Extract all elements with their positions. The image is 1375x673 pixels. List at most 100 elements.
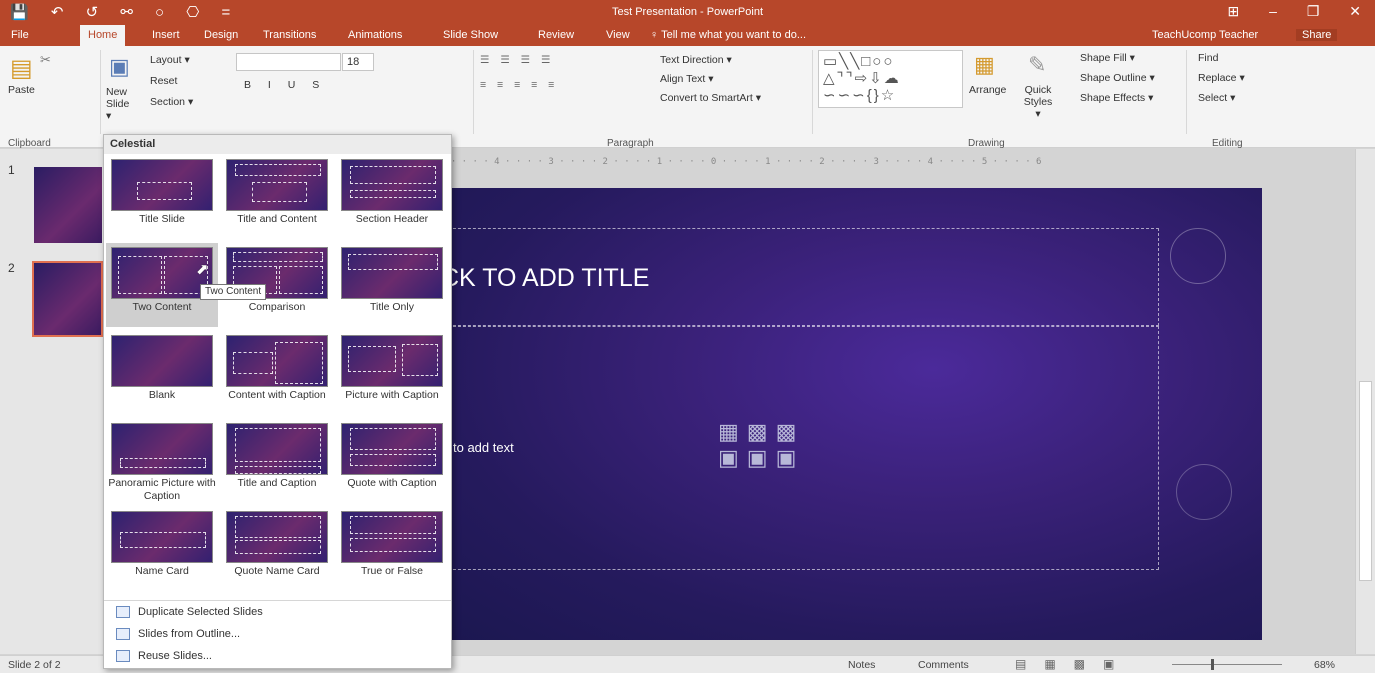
comments-button[interactable]: Comments (918, 659, 969, 671)
scroll-thumb[interactable] (1359, 381, 1372, 581)
menu-item-label: Slides from Outline... (138, 628, 241, 640)
placeholder-outline (120, 532, 206, 548)
layout-preview (341, 335, 443, 387)
slide-thumbnail-1[interactable] (34, 167, 102, 243)
section-button[interactable]: Section ▾ (150, 96, 193, 108)
layout-preview (111, 335, 213, 387)
title-placeholder-text: CK TO ADD TITLE (441, 264, 650, 292)
layout-option-title-only[interactable]: Title Only (336, 243, 448, 327)
tab-view[interactable]: View (606, 29, 630, 41)
menu-item-label: Duplicate Selected Slides (138, 606, 263, 618)
shape-effects-button[interactable]: Shape Effects ▾ (1080, 92, 1153, 104)
reuse-slides-item[interactable]: Reuse Slides... (116, 650, 212, 663)
ribbon-divider (812, 50, 813, 134)
align-text-button[interactable]: Align Text ▾ (660, 73, 714, 85)
window-controls[interactable]: ⊞ – ❐ ✕ (1228, 3, 1361, 20)
insert-content-icons[interactable]: ▦▩▩ ▣▣▣ (718, 419, 830, 475)
zoom-slider-thumb[interactable] (1211, 659, 1214, 670)
shape-outline-button[interactable]: Shape Outline ▾ (1080, 72, 1155, 84)
shapes-gallery[interactable]: ▭╲╲□○○ △⌝⌝⇨⇩☁ ∽∽∽{}☆ (818, 50, 963, 108)
zoom-level[interactable]: 68% (1314, 659, 1335, 671)
decorative-ring (1170, 228, 1226, 284)
layout-option-title-and-content[interactable]: Title and Content (221, 155, 333, 239)
slide-thumbnail-2[interactable] (32, 261, 103, 337)
align-buttons[interactable]: ≡ ≡ ≡ ≡ ≡ (480, 79, 558, 91)
title-placeholder[interactable]: CK TO ADD TITLE (438, 228, 1159, 326)
share-button[interactable]: Share (1296, 29, 1338, 41)
tell-me-box[interactable]: ♀ Tell me what you want to do... (650, 29, 806, 41)
tab-home[interactable]: Home (80, 25, 126, 46)
layout-label: Name Card (135, 565, 189, 577)
tab-file[interactable]: File (11, 29, 29, 41)
thumb-number: 1 (8, 163, 15, 177)
zoom-slider[interactable] (1172, 664, 1282, 665)
layout-button[interactable]: Layout ▾ (150, 54, 190, 66)
placeholder-outline (235, 516, 321, 538)
view-buttons[interactable]: ▤▦▩▣ (1015, 657, 1132, 671)
new-slide-icon[interactable]: ▣ (109, 54, 130, 80)
quick-styles-button[interactable]: Quick Styles ▾ (1020, 84, 1056, 120)
slide-canvas[interactable]: CK TO ADD TITLE to add text ▦▩▩ ▣▣▣ (438, 188, 1262, 640)
outline-icon (116, 628, 130, 641)
placeholder-outline (120, 458, 206, 468)
text-direction-button[interactable]: Text Direction ▾ (660, 54, 732, 66)
layout-option-quote-with-caption[interactable]: Quote with Caption (336, 419, 448, 503)
layout-label: True or False (360, 565, 424, 577)
placeholder-outline (235, 540, 321, 554)
tab-review[interactable]: Review (538, 29, 574, 41)
layout-option-picture-with-caption[interactable]: Picture with Caption (336, 331, 448, 415)
layout-option-blank[interactable]: Blank (106, 331, 218, 415)
find-button[interactable]: Find (1198, 52, 1218, 64)
slides-from-outline-item[interactable]: Slides from Outline... (116, 628, 241, 641)
select-button[interactable]: Select ▾ (1198, 92, 1235, 104)
arrange-button[interactable]: Arrange (969, 84, 1006, 96)
tab-slide-show[interactable]: Slide Show (443, 29, 498, 41)
layout-label: Section Header (355, 213, 429, 225)
quick-styles-icon[interactable]: ✎ (1028, 52, 1046, 78)
placeholder-outline (348, 346, 396, 372)
new-slide-button[interactable]: New Slide ▾ (106, 86, 134, 122)
layout-label: Panoramic Picture with Caption (108, 477, 216, 502)
duplicate-slides-item[interactable]: Duplicate Selected Slides (116, 606, 263, 619)
layout-option-title-slide[interactable]: Title Slide (106, 155, 218, 239)
layout-option-section-header[interactable]: Section Header (336, 155, 448, 239)
font-name-field[interactable] (236, 53, 341, 71)
notes-button[interactable]: Notes (848, 659, 875, 671)
group-label-drawing: Drawing (968, 138, 1005, 149)
layout-option-true-or-false[interactable]: True or False (336, 507, 448, 591)
convert-smartart-button[interactable]: Convert to SmartArt ▾ (660, 92, 761, 104)
layout-label: Title and Caption (237, 477, 317, 489)
user-name[interactable]: TeachUcomp Teacher (1152, 29, 1258, 41)
tab-design[interactable]: Design (204, 29, 238, 41)
shape-fill-button[interactable]: Shape Fill ▾ (1080, 52, 1135, 64)
layout-option-title-and-caption[interactable]: Title and Caption (221, 419, 333, 503)
placeholder-outline (402, 344, 438, 376)
content-placeholder[interactable]: to add text ▦▩▩ ▣▣▣ (438, 326, 1159, 570)
placeholder-outline (235, 164, 321, 176)
tab-insert[interactable]: Insert (152, 29, 180, 41)
list-buttons[interactable]: ☰ ☰ ☰ ☰ (480, 54, 554, 66)
paste-icon[interactable]: ▤ (10, 54, 33, 83)
ribbon-divider (1186, 50, 1187, 134)
layout-preview (341, 423, 443, 475)
layout-option-name-card[interactable]: Name Card (106, 507, 218, 591)
tab-transitions[interactable]: Transitions (263, 29, 316, 41)
layout-option-quote-name-card[interactable]: Quote Name Card (221, 507, 333, 591)
cut-icon[interactable]: ✂ (40, 52, 51, 68)
placeholder-outline (279, 266, 323, 294)
replace-button[interactable]: Replace ▾ (1198, 72, 1245, 84)
font-size-field[interactable]: 18 (342, 53, 374, 71)
arrange-icon[interactable]: ▦ (974, 52, 995, 78)
layout-option-content-with-caption[interactable]: Content with Caption (221, 331, 333, 415)
placeholder-outline (252, 182, 307, 202)
font-format-buttons[interactable]: B I U S (244, 79, 326, 91)
reset-button[interactable]: Reset (150, 75, 177, 87)
paste-button[interactable]: Paste (8, 84, 35, 96)
slide-thumbnail-pane: 1 2 (0, 149, 103, 654)
decorative-ring (1176, 464, 1232, 520)
tab-animations[interactable]: Animations (348, 29, 402, 41)
font-size-value: 18 (347, 56, 360, 68)
layout-option-panoramic-picture-with-caption[interactable]: Panoramic Picture with Caption (106, 419, 218, 503)
mouse-cursor-icon: ⬈ (196, 261, 209, 278)
vertical-scrollbar[interactable] (1355, 149, 1375, 654)
